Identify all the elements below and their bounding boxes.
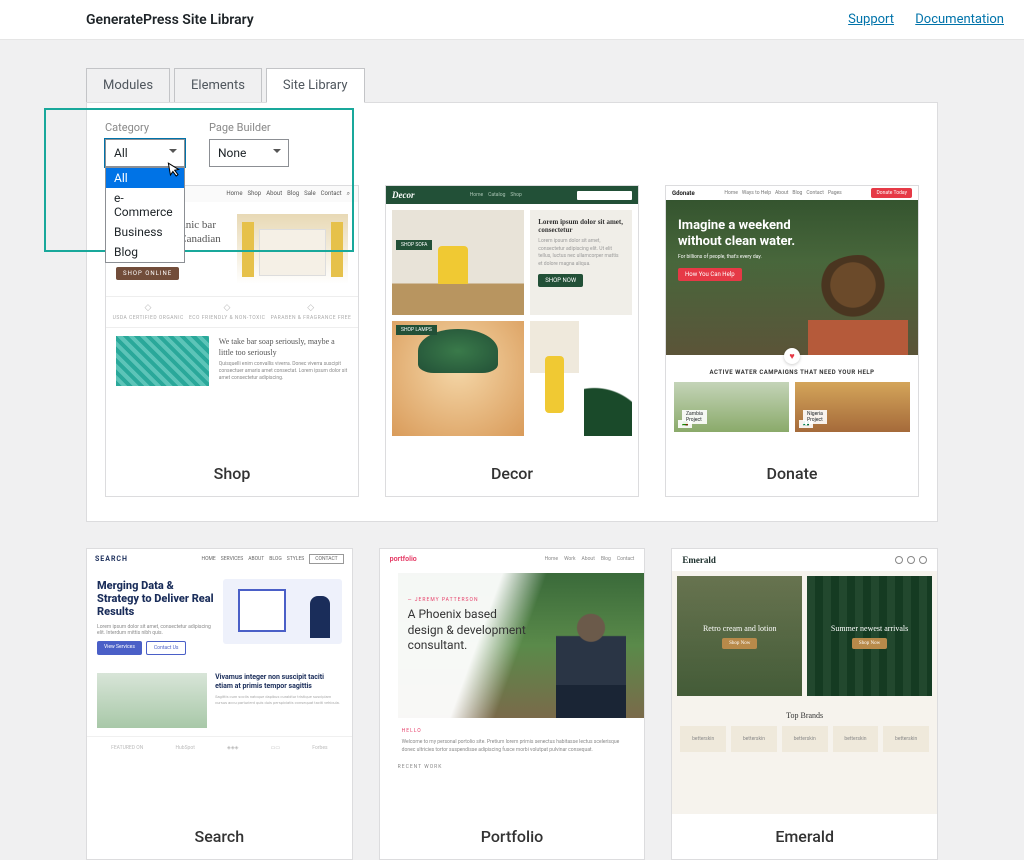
category-option-business[interactable]: Business — [106, 222, 184, 242]
content: Modules Elements Site Library Category A… — [0, 40, 1024, 860]
tabs: Modules Elements Site Library — [86, 68, 938, 103]
search-icon — [895, 556, 903, 564]
search-input — [577, 191, 632, 200]
user-icon — [907, 556, 915, 564]
preview-emerald: Emerald Retro cream and lotionShop Now S… — [672, 549, 937, 814]
main-panel: Category All All e-Commerce Business Blo… — [86, 102, 938, 522]
search-icon: ⌕ — [347, 190, 350, 197]
category-option-ecommerce[interactable]: e-Commerce — [106, 188, 184, 222]
template-card-search[interactable]: SEARCH HOMESERVICESABOUTBLOGSTYLESCONTAC… — [86, 548, 353, 860]
preview-portfolio: portfolio HomeWorkAboutBlogContact — JER… — [380, 549, 645, 814]
filters: Category All All e-Commerce Business Blo… — [105, 121, 919, 167]
preview-donate: Gdonate HomeWays to HelpAboutBlogContact… — [666, 186, 918, 451]
category-filter: Category All All e-Commerce Business Blo… — [105, 121, 185, 167]
template-card-portfolio[interactable]: portfolio HomeWorkAboutBlogContact — JER… — [379, 548, 646, 860]
card-title-shop: Shop — [106, 451, 358, 496]
category-option-all[interactable]: All — [106, 168, 184, 188]
documentation-link[interactable]: Documentation — [915, 12, 1004, 27]
pagebuilder-select[interactable]: None — [209, 139, 289, 167]
category-option-blog[interactable]: Blog — [106, 242, 184, 262]
card-title-portfolio: Portfolio — [380, 814, 645, 859]
template-grid-row2: SEARCH HOMESERVICESABOUTBLOGSTYLESCONTAC… — [86, 548, 938, 860]
card-title-emerald: Emerald — [672, 814, 937, 859]
category-select[interactable]: All — [105, 139, 185, 167]
card-title-search: Search — [87, 814, 352, 859]
pagebuilder-label: Page Builder — [209, 121, 289, 134]
template-card-donate[interactable]: Gdonate HomeWays to HelpAboutBlogContact… — [665, 185, 919, 497]
support-link[interactable]: Support — [848, 12, 894, 27]
tab-modules[interactable]: Modules — [86, 68, 170, 103]
topbar: GeneratePress Site Library Support Docum… — [0, 0, 1024, 40]
cart-icon — [919, 556, 927, 564]
template-card-emerald[interactable]: Emerald Retro cream and lotionShop Now S… — [671, 548, 938, 860]
card-title-decor: Decor — [386, 451, 638, 496]
preview-decor: Decor HomeCatalogShop SHOP SOFA Lorem ip… — [386, 186, 638, 451]
pagebuilder-filter: Page Builder None — [209, 121, 289, 167]
template-grid-row1: Shop HomeShopAboutBlogSaleContact⌕ Handm… — [105, 185, 919, 497]
heart-icon: ♥ — [784, 348, 800, 364]
category-label: Category — [105, 121, 185, 134]
preview-search: SEARCH HOMESERVICESABOUTBLOGSTYLESCONTAC… — [87, 549, 352, 814]
tab-site-library[interactable]: Site Library — [266, 68, 365, 103]
card-title-donate: Donate — [666, 451, 918, 496]
page-title: GeneratePress Site Library — [86, 12, 254, 28]
template-card-decor[interactable]: Decor HomeCatalogShop SHOP SOFA Lorem ip… — [385, 185, 639, 497]
tab-elements[interactable]: Elements — [174, 68, 262, 103]
category-dropdown: All e-Commerce Business Blog — [105, 167, 185, 263]
topbar-links: Support Documentation — [830, 12, 1004, 27]
